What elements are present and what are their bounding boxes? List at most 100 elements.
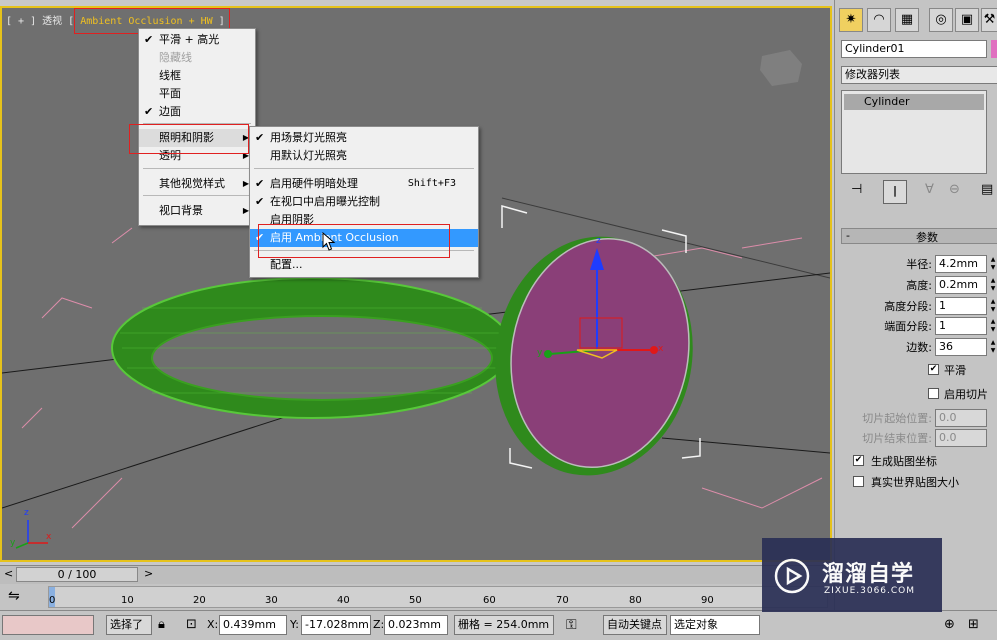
sides-field[interactable]: 36 (935, 338, 987, 356)
watermark-url: ZIXUE.3066.COM (824, 586, 916, 596)
height-field[interactable]: 0.2mm (935, 276, 987, 294)
hierarchy-tab-icon[interactable]: ▦ (895, 8, 919, 32)
y-coord-label: Y: (290, 618, 299, 631)
prev-frame-button[interactable]: < (4, 567, 13, 580)
make-unique-icon[interactable]: ∀ (925, 182, 934, 197)
height-spinner-icon[interactable]: ▲ ▼ (989, 277, 997, 293)
rollout-title: 参数 (916, 231, 938, 244)
watermark-title: 溜溜自学 (822, 562, 915, 587)
stack-toolbar: ⊣ | ∀ ⊖ ▤ (841, 180, 997, 204)
height-segments-field[interactable]: 1 (935, 297, 987, 315)
zoom-icon[interactable]: ⊕ (944, 617, 955, 632)
axis-x-label: x (46, 532, 52, 542)
menu-item-hidden-line[interactable]: 隐藏线 (139, 49, 255, 67)
z-coord-field[interactable]: 0.023mm (384, 615, 448, 635)
pin-stack-icon[interactable]: ⊣ (851, 182, 862, 197)
utilities-tab-icon[interactable]: ⚒ (981, 8, 997, 32)
play-logo-icon (774, 558, 810, 594)
gen-map-coords-checkbox[interactable]: ✔ (853, 455, 864, 466)
menu-item-label: 视口背景 (159, 204, 203, 217)
height-segments-spinner-icon[interactable]: ▲ ▼ (989, 298, 997, 314)
absolute-mode-icon[interactable]: ⊡ (186, 617, 197, 632)
menu-item-label: 边面 (159, 105, 181, 118)
auto-key-button[interactable]: 自动关键点 (603, 615, 667, 635)
menu-item-smooth-highlights[interactable]: ✔ 平滑 + 高光 (139, 31, 255, 49)
gizmo-z-label: z (596, 236, 601, 246)
menu-item-label: 启用硬件明暗处理 (270, 177, 358, 190)
scene-render (2, 50, 830, 549)
time-slider-thumb[interactable]: 0 / 100 (16, 567, 138, 582)
menu-separator (254, 168, 474, 169)
menu-item-default-lights[interactable]: 用默认灯光照亮 (250, 147, 478, 165)
perspective-viewport[interactable]: [ + ] 透视 [ Ambient Occlusion + HW ] z y … (0, 6, 832, 562)
sides-label: 边数: (906, 341, 932, 354)
track-bar[interactable]: ⇋ 0 10 20 30 40 50 60 70 80 90 (0, 584, 832, 610)
key-filter-dropdown[interactable]: 选定对象 (670, 615, 760, 635)
slice-to-label: 切片结束位置: (862, 432, 932, 445)
menu-item-scene-lights[interactable]: ✔ 用场景灯光照亮 (250, 129, 478, 147)
menu-item-hardware-shading[interactable]: ✔ 启用硬件明暗处理 Shift+F3 (250, 175, 478, 193)
axis-z-label: z (24, 508, 29, 518)
menu-item-configure[interactable]: 配置... (250, 256, 478, 274)
menu-item-label: 在视口中启用曝光控制 (270, 195, 380, 208)
smooth-label: 平滑 (944, 364, 966, 377)
menu-item-label: 其他视觉样式 (159, 177, 225, 190)
check-icon: ✔ (255, 195, 265, 208)
menu-item-wireframe[interactable]: 线框 (139, 67, 255, 85)
create-tab-icon[interactable]: ✷ (839, 8, 863, 32)
show-end-result-icon[interactable]: | (883, 180, 907, 204)
x-coord-field[interactable]: 0.439mm (219, 615, 287, 635)
parameters-rollout-header[interactable]: - 参数 (841, 228, 997, 244)
menu-item-exposure-control[interactable]: ✔ 在视口中启用曝光控制 (250, 193, 478, 211)
slice-to-field[interactable]: 0.0 (935, 429, 987, 447)
menu-item-flat[interactable]: 平面 (139, 85, 255, 103)
menu-item-edged-faces[interactable]: ✔ 边面 (139, 103, 255, 121)
stack-item-cylinder[interactable]: Cylinder (844, 94, 984, 110)
remove-modifier-icon[interactable]: ⊖ (949, 182, 960, 197)
menu-item-label: 隐藏线 (159, 51, 192, 64)
lock-selection-icon[interactable]: 🔒︎ (158, 617, 165, 632)
viewport-label-prefix[interactable]: [ + ] 透视 [ (6, 16, 74, 27)
time-slider[interactable]: < 0 / 100 > (0, 565, 832, 584)
maximize-viewport-icon[interactable]: ⊞ (968, 617, 979, 632)
modifier-list-dropdown[interactable]: 修改器列表 (841, 66, 997, 84)
z-coord-label: Z: (373, 618, 385, 631)
radius-label: 半径: (906, 258, 932, 271)
radius-field[interactable]: 4.2mm (935, 255, 987, 273)
slice-from-field[interactable]: 0.0 (935, 409, 987, 427)
menu-item-label: 平面 (159, 87, 181, 100)
set-key-icon[interactable]: ⚿ (566, 617, 577, 633)
radius-spinner-icon[interactable]: ▲ ▼ (989, 256, 997, 272)
display-tab-icon[interactable]: ▣ (955, 8, 979, 32)
track-ruler[interactable]: 0 10 20 30 40 50 60 70 80 90 (48, 586, 828, 608)
menu-item-other-styles[interactable]: 其他视觉样式 ▶ (139, 175, 255, 193)
menu-item-label: 配置... (270, 258, 303, 271)
object-name-field[interactable]: Cylinder01 (841, 40, 987, 58)
status-bar: 选择了 🔒︎ ⊡ X: 0.439mm Y: -17.028mm Z: 0.02… (0, 610, 997, 640)
x-coord-label: X: (207, 618, 219, 631)
slice-on-checkbox[interactable] (928, 388, 939, 399)
next-frame-button[interactable]: > (144, 567, 153, 580)
y-coord-field[interactable]: -17.028mm (301, 615, 371, 635)
real-world-map-checkbox[interactable] (853, 476, 864, 487)
smooth-checkbox[interactable]: ✔ (928, 364, 939, 375)
tick-label: 60 (483, 595, 496, 606)
menu-item-label: 用场景灯光照亮 (270, 131, 347, 144)
axis-y-label: y (10, 538, 16, 548)
real-world-map-label: 真实世界贴图大小 (871, 476, 959, 489)
configure-sets-icon[interactable]: ▤ (981, 182, 993, 197)
cap-segments-field[interactable]: 1 (935, 317, 987, 335)
object-color-swatch[interactable] (991, 40, 997, 58)
maxscript-listener[interactable] (2, 615, 94, 635)
modify-tab-icon[interactable]: ◠ (867, 8, 891, 32)
cap-segments-spinner-icon[interactable]: ▲ ▼ (989, 318, 997, 334)
menu-item-viewport-background[interactable]: 视口背景 ▶ (139, 202, 255, 220)
tick-label: 10 (121, 595, 134, 606)
slice-from-label: 切片起始位置: (862, 412, 932, 425)
sides-spinner-icon[interactable]: ▲ ▼ (989, 339, 997, 355)
tick-label: 30 (265, 595, 278, 606)
tick-label: 0 (49, 595, 56, 606)
rollout-collapse-icon: - (846, 229, 850, 242)
curve-editor-icon[interactable]: ⇋ (8, 588, 20, 604)
motion-tab-icon[interactable]: ◎ (929, 8, 953, 32)
